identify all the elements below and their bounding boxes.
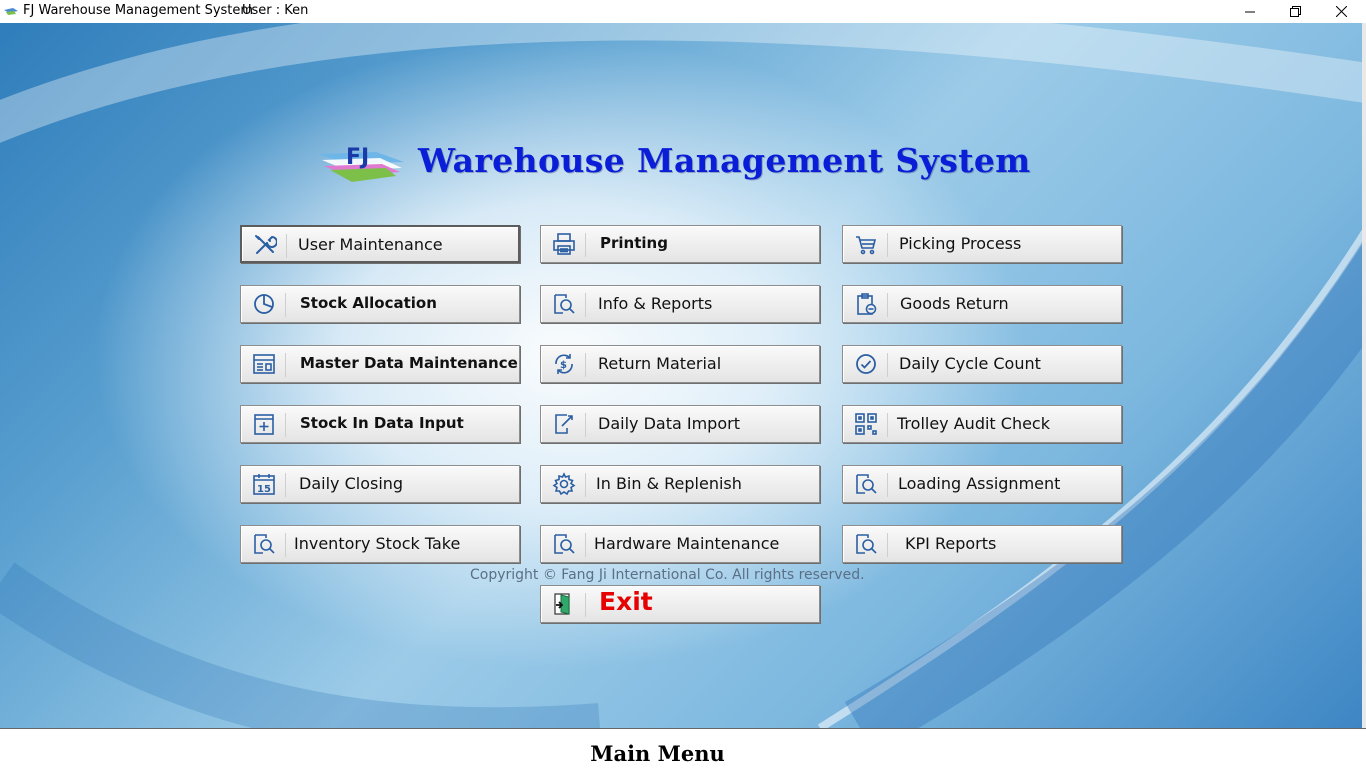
return-material-button[interactable]: $ Return Material (540, 345, 820, 383)
logo-text: FJ (346, 145, 369, 170)
separator (887, 293, 888, 317)
stock-in-data-input-button[interactable]: Stock In Data Input (240, 405, 520, 443)
daily-data-import-label: Daily Data Import (598, 414, 740, 433)
inventory-stock-take-button[interactable]: Inventory Stock Take (240, 525, 520, 563)
restore-button[interactable] (1272, 0, 1318, 23)
goods-return-label: Goods Return (900, 294, 1009, 313)
info-reports-button[interactable]: Info & Reports (540, 285, 820, 323)
app-icon (4, 8, 18, 15)
daily-data-import-button[interactable]: Daily Data Import (540, 405, 820, 443)
info-reports-label: Info & Reports (598, 294, 713, 313)
separator (585, 533, 586, 557)
daily-cycle-count-label: Daily Cycle Count (899, 354, 1041, 373)
data-window-icon (251, 352, 277, 376)
import-doc-icon (551, 412, 577, 436)
printing-button[interactable]: Printing (540, 225, 820, 263)
pie-chart-icon (251, 292, 277, 316)
window-right-edge (1362, 23, 1366, 728)
loading-assignment-label: Loading Assignment (898, 474, 1061, 493)
report-search-icon (551, 292, 577, 316)
close-icon (1335, 6, 1347, 17)
report-search-icon (251, 532, 277, 556)
qr-code-icon (853, 412, 879, 436)
check-circle-icon (853, 352, 879, 376)
hardware-maintenance-label: Hardware Maintenance (594, 534, 780, 553)
separator (585, 473, 586, 497)
user-maintenance-label: User Maintenance (298, 235, 443, 254)
restore-icon (1289, 6, 1301, 17)
master-data-maintenance-label: Master Data Maintenance (300, 354, 518, 372)
trolley-audit-check-label: Trolley Audit Check (897, 414, 1050, 433)
inventory-stock-take-label: Inventory Stock Take (294, 534, 461, 553)
exit-label: Exit (599, 587, 653, 616)
report-search-icon (853, 472, 879, 496)
gear-icon (551, 472, 577, 496)
separator (285, 293, 286, 317)
daily-closing-button[interactable]: 15 Daily Closing (240, 465, 520, 503)
user-maintenance-button[interactable]: User Maintenance (240, 225, 520, 263)
separator (887, 413, 888, 437)
separator (585, 593, 586, 617)
minimize-icon (1245, 11, 1255, 12)
separator (887, 353, 888, 377)
exit-button[interactable]: Exit (540, 585, 820, 623)
divider (0, 728, 1366, 729)
picking-process-button[interactable]: Picking Process (842, 225, 1122, 263)
return-material-label: Return Material (598, 354, 722, 373)
daily-cycle-count-button[interactable]: Daily Cycle Count (842, 345, 1122, 383)
separator (285, 533, 286, 557)
kpi-reports-button[interactable]: KPI Reports (842, 525, 1122, 563)
close-button[interactable] (1318, 0, 1364, 23)
loading-assignment-button[interactable]: Loading Assignment (842, 465, 1122, 503)
current-user-label: User : Ken (242, 3, 309, 18)
goods-return-button[interactable]: Goods Return (842, 285, 1122, 323)
master-data-maintenance-button[interactable]: Master Data Maintenance (240, 345, 520, 383)
separator (585, 293, 586, 317)
hardware-maintenance-button[interactable]: Hardware Maintenance (540, 525, 820, 563)
printer-icon (551, 232, 577, 256)
report-search-icon (853, 532, 879, 556)
clipboard-return-icon (853, 292, 879, 316)
window-title: FJ Warehouse Management System (23, 3, 254, 18)
add-calendar-icon (251, 412, 277, 436)
minimize-button[interactable] (1227, 0, 1273, 23)
separator (887, 233, 888, 257)
separator (887, 533, 888, 557)
copyright-text: Copyright © Fang Ji International Co. Al… (470, 567, 865, 583)
separator (585, 413, 586, 437)
printing-label: Printing (600, 234, 668, 252)
separator (285, 473, 286, 497)
svg-text:15: 15 (257, 484, 271, 495)
in-bin-replenish-label: In Bin & Replenish (596, 474, 742, 493)
page-title: Warehouse Management System (418, 141, 1031, 180)
kpi-reports-label: KPI Reports (905, 534, 997, 553)
stock-allocation-button[interactable]: Stock Allocation (240, 285, 520, 323)
calendar-15-icon: 15 (251, 472, 277, 496)
separator (585, 233, 586, 257)
trolley-audit-check-button[interactable]: Trolley Audit Check (842, 405, 1122, 443)
svg-text:$: $ (560, 360, 567, 371)
fj-logo: FJ (318, 145, 404, 182)
separator (585, 353, 586, 377)
report-search-icon (551, 532, 577, 556)
daily-closing-label: Daily Closing (299, 474, 404, 493)
separator (286, 234, 287, 258)
stock-allocation-label: Stock Allocation (300, 294, 437, 312)
picking-process-label: Picking Process (899, 234, 1022, 253)
cart-icon (853, 232, 879, 256)
window-title-bar: FJ Warehouse Management System User : Ke… (0, 0, 1366, 23)
stock-in-data-input-label: Stock In Data Input (300, 414, 464, 432)
separator (285, 353, 286, 377)
separator (887, 473, 888, 497)
in-bin-replenish-button[interactable]: In Bin & Replenish (540, 465, 820, 503)
tools-icon (252, 233, 278, 257)
footer-title: Main Menu (590, 741, 725, 766)
separator (285, 413, 286, 437)
money-cycle-icon: $ (551, 352, 577, 376)
exit-door-icon (551, 592, 577, 616)
